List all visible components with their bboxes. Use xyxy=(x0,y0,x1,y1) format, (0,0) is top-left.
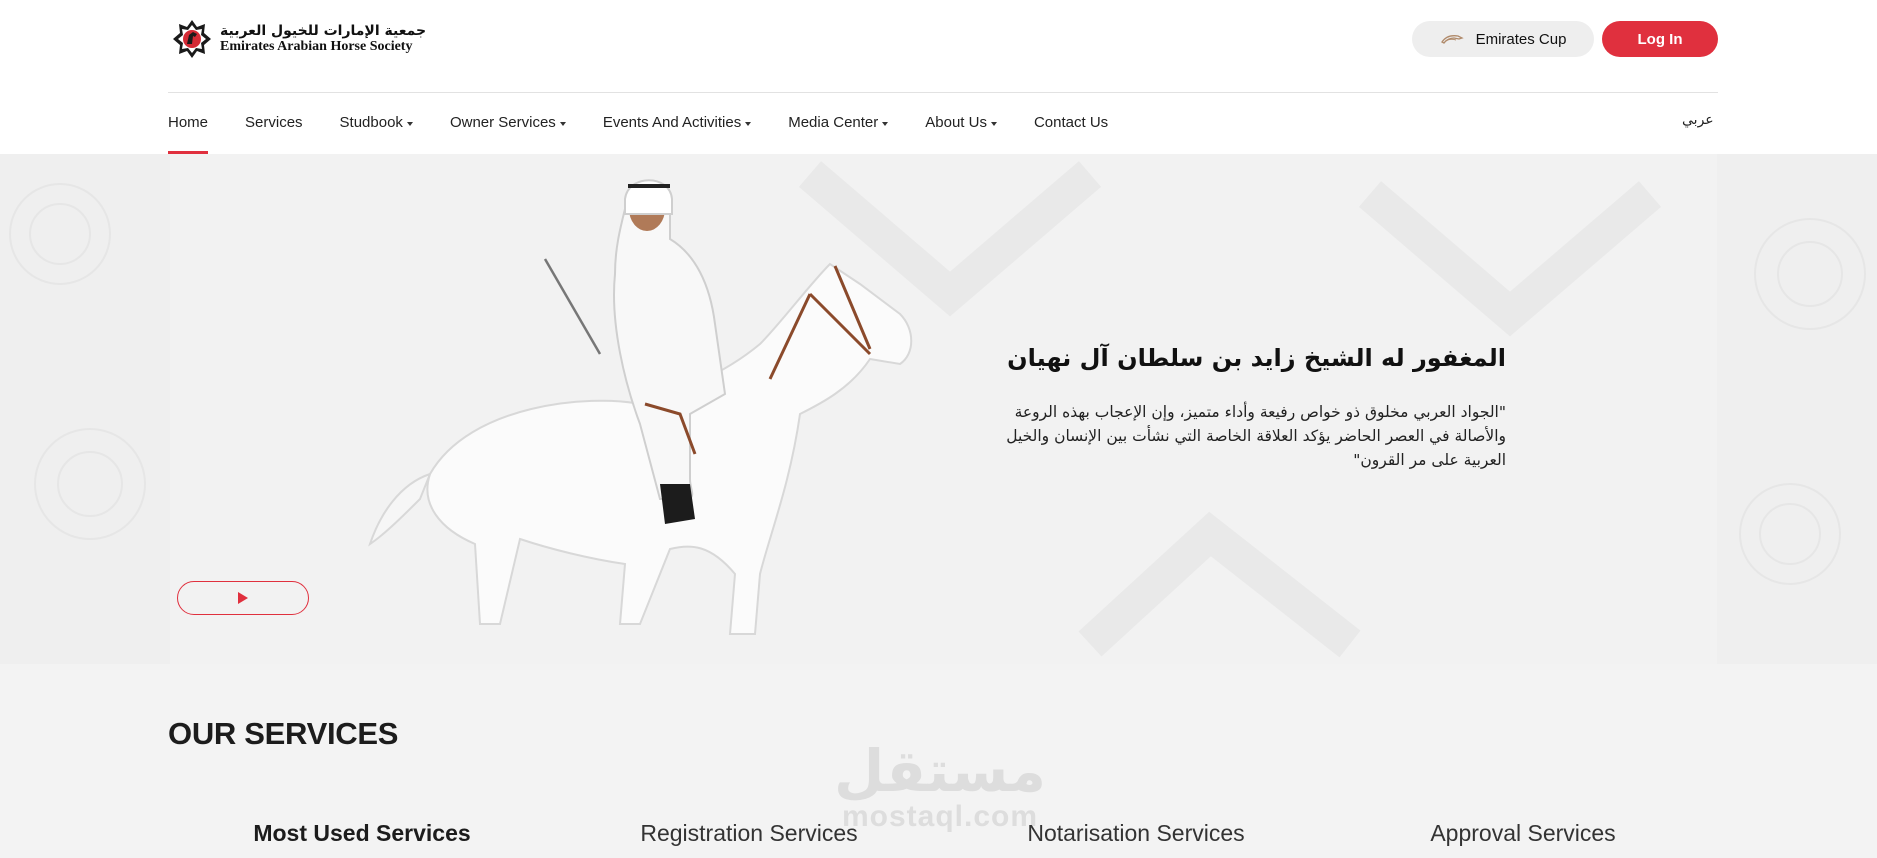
caret-down-icon xyxy=(990,122,997,126)
horse-emblem-icon xyxy=(173,20,211,58)
site-logo[interactable]: جمعية الإمارات للخيول العربية Emirates A… xyxy=(172,18,426,60)
nav-about-us[interactable]: About Us xyxy=(925,110,997,154)
hero-slider: المغفور له الشيخ زايد بن سلطان آل نهيان … xyxy=(0,154,1877,664)
nav-studbook[interactable]: Studbook xyxy=(340,110,413,154)
nav-studbook-label: Studbook xyxy=(339,114,403,131)
play-icon xyxy=(238,592,248,604)
nav-owner-services[interactable]: Owner Services xyxy=(450,110,566,154)
nav-media-center[interactable]: Media Center xyxy=(788,110,889,154)
caret-down-icon xyxy=(882,122,889,126)
login-button[interactable]: Log In xyxy=(1602,21,1718,57)
nav-contact-us-label: Contact Us xyxy=(1033,114,1109,131)
nav-events-activities[interactable]: Events And Activities xyxy=(602,110,752,154)
nav-home[interactable]: Home xyxy=(168,110,209,154)
hero-title: المغفور له الشيخ زايد بن سلطان آل نهيان xyxy=(1007,344,1506,372)
caret-down-icon xyxy=(745,122,752,126)
language-switch[interactable]: عربي xyxy=(1682,112,1714,128)
services-heading: OUR SERVICES xyxy=(168,716,399,751)
services-tabs: Most Used Services Registration Services… xyxy=(168,820,1718,858)
tab-most-used-services[interactable]: Most Used Services xyxy=(253,820,470,847)
caret-down-icon xyxy=(406,122,413,126)
nav-home-label: Home xyxy=(168,114,209,131)
emirates-cup-label: Emirates Cup xyxy=(1475,30,1567,48)
nav-owner-services-label: Owner Services xyxy=(449,114,556,131)
nav-media-center-label: Media Center xyxy=(788,114,879,131)
nav-services[interactable]: Services xyxy=(245,110,303,154)
site-header: جمعية الإمارات للخيول العربية Emirates A… xyxy=(0,0,1877,154)
nav-contact-us[interactable]: Contact Us xyxy=(1034,110,1108,154)
play-video-button[interactable] xyxy=(177,581,309,615)
logo-english-text: Emirates Arabian Horse Society xyxy=(220,39,413,54)
emirates-cup-button[interactable]: Emirates Cup xyxy=(1412,21,1594,57)
tab-notarisation-services[interactable]: Notarisation Services xyxy=(1027,820,1244,847)
nav-about-us-label: About Us xyxy=(925,114,987,131)
nav-services-label: Services xyxy=(245,114,303,131)
mostaql-watermark: مستقل mostaql.com xyxy=(826,737,1054,832)
main-nav: Home Services Studbook Owner Services Ev… xyxy=(168,110,1108,154)
watermark-arabic: مستقل xyxy=(833,737,1047,805)
horse-head-icon xyxy=(1440,35,1464,44)
nav-events-activities-label: Events And Activities xyxy=(602,114,742,131)
logo-arabic-text: جمعية الإمارات للخيول العربية xyxy=(220,22,427,39)
caret-down-icon xyxy=(559,122,566,126)
tab-approval-services[interactable]: Approval Services xyxy=(1430,820,1615,847)
hero-quote: "الجواد العربي مخلوق ذو خواص رفيعة وأداء… xyxy=(1006,403,1506,469)
tab-registration-services[interactable]: Registration Services xyxy=(640,820,857,847)
header-divider xyxy=(168,92,1718,93)
